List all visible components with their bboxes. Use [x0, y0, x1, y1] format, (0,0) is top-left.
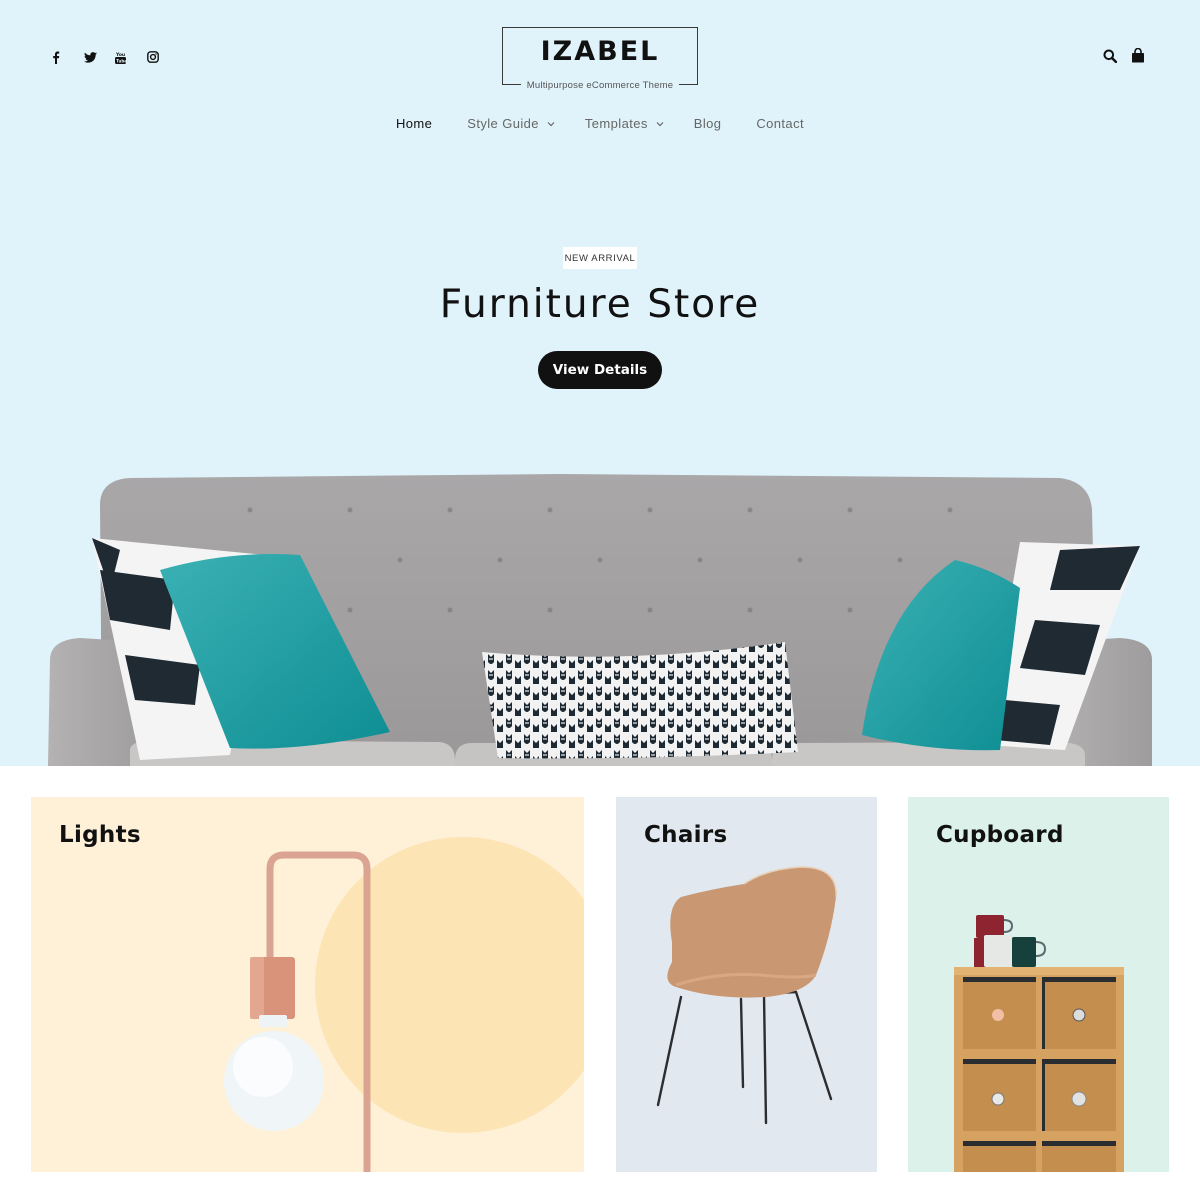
chair-legs — [656, 990, 833, 1125]
logo-tagline: Multipurpose eCommerce Theme — [526, 80, 674, 91]
social-links: You Tube — [52, 49, 178, 65]
decorative-circle — [315, 837, 584, 1133]
chevron-down-icon — [547, 121, 555, 126]
category-title: Lights — [59, 822, 141, 848]
patterned-pillow — [482, 642, 798, 759]
hero-sofa-image — [48, 474, 1152, 766]
chevron-down-icon — [656, 121, 664, 126]
nav-label: Contact — [756, 116, 804, 131]
svg-text:Tube: Tube — [116, 58, 126, 63]
youtube-icon[interactable]: You Tube — [115, 49, 147, 65]
category-title: Chairs — [644, 822, 728, 848]
category-card-chairs[interactable]: Chairs — [616, 797, 877, 1172]
twitter-icon[interactable] — [83, 49, 116, 65]
category-card-lights[interactable]: Lights — [31, 797, 584, 1172]
chair-image — [656, 866, 837, 1125]
site-logo[interactable]: IZABEL Multipurpose eCommerce Theme — [502, 27, 698, 91]
lamp-image — [224, 837, 584, 1172]
nav-label: Templates — [584, 116, 648, 131]
hero-title: Furniture Store — [439, 282, 761, 327]
main-nav: Home Style Guide Templates Blog Contact — [0, 116, 1200, 131]
header-actions — [1103, 47, 1145, 67]
new-arrival-badge: NEW ARRIVAL — [563, 247, 637, 269]
nav-label: Blog — [693, 116, 722, 131]
mugs — [974, 915, 1047, 967]
shopping-bag-icon[interactable] — [1131, 47, 1145, 67]
category-title: Cupboard — [936, 822, 1064, 848]
facebook-icon[interactable] — [52, 49, 84, 65]
nav-item-templates[interactable]: Templates — [585, 116, 664, 131]
category-card-cupboard[interactable]: Cupboard — [908, 797, 1169, 1172]
nav-label: Home — [396, 116, 433, 131]
nav-item-style-guide[interactable]: Style Guide — [467, 116, 555, 131]
nav-item-blog[interactable]: Blog — [694, 116, 722, 131]
view-details-button[interactable]: View Details — [538, 351, 662, 389]
nav-item-contact[interactable]: Contact — [756, 116, 804, 131]
cupboard-image — [954, 915, 1124, 1172]
hero-section: You Tube IZABEL Multipurpose eCommerce Th… — [0, 0, 1200, 766]
instagram-icon[interactable] — [146, 49, 179, 65]
nav-item-home[interactable]: Home — [396, 116, 432, 131]
chair-shell — [667, 867, 837, 998]
nav-label: Style Guide — [467, 116, 539, 131]
search-icon[interactable] — [1103, 48, 1118, 67]
logo-name: IZABEL — [540, 36, 660, 67]
